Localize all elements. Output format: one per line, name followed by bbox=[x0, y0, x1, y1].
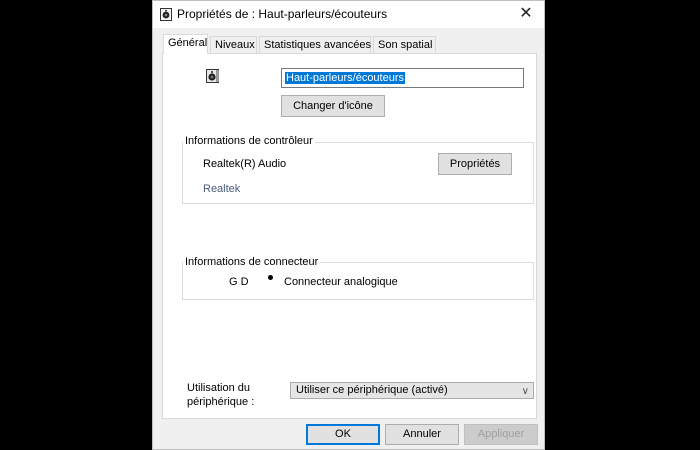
properties-dialog: Propriétés de : Haut-parleurs/écouteurs … bbox=[152, 0, 545, 450]
device-usage-select[interactable]: Utiliser ce périphérique (activé) ∨ bbox=[290, 382, 534, 399]
device-name-input[interactable]: Haut-parleurs/écouteurs bbox=[281, 68, 524, 88]
general-panel: Haut-parleurs/écouteurs Changer d'icône … bbox=[162, 53, 537, 419]
tab-spatial-sound[interactable]: Son spatial bbox=[373, 36, 436, 53]
apply-button[interactable]: Appliquer bbox=[464, 424, 538, 445]
device-usage-label: Utilisation du périphérique : bbox=[187, 382, 255, 408]
connector-info-label: Informations de connecteur bbox=[183, 256, 321, 268]
ok-button[interactable]: OK bbox=[306, 424, 380, 445]
tab-advanced-statistics[interactable]: Statistiques avancées bbox=[259, 36, 371, 53]
controller-vendor: Realtek bbox=[203, 183, 241, 195]
window-title: Propriétés de : Haut-parleurs/écouteurs bbox=[177, 7, 388, 21]
close-button[interactable]: ✕ bbox=[516, 4, 536, 24]
speaker-icon bbox=[206, 69, 219, 83]
change-icon-button[interactable]: Changer d'icône bbox=[281, 95, 385, 117]
device-name-selected-text: Haut-parleurs/écouteurs bbox=[285, 72, 406, 84]
connector-description: Connecteur analogique bbox=[284, 276, 398, 288]
tab-levels[interactable]: Niveaux bbox=[210, 36, 257, 53]
controller-name: Realtek(R) Audio bbox=[203, 158, 287, 170]
connector-channels: G D bbox=[229, 276, 249, 288]
title-bar[interactable]: Propriétés de : Haut-parleurs/écouteurs … bbox=[153, 1, 544, 28]
tab-general[interactable]: Général bbox=[163, 34, 208, 54]
controller-info-label: Informations de contrôleur bbox=[183, 135, 315, 147]
device-usage-selected: Utiliser ce périphérique (activé) bbox=[296, 384, 448, 396]
cancel-button[interactable]: Annuler bbox=[385, 424, 459, 445]
close-icon: ✕ bbox=[519, 5, 533, 22]
controller-properties-button[interactable]: Propriétés bbox=[438, 153, 512, 175]
jack-color-dot bbox=[268, 275, 273, 280]
speaker-icon bbox=[160, 8, 172, 21]
chevron-down-icon: ∨ bbox=[521, 386, 529, 397]
